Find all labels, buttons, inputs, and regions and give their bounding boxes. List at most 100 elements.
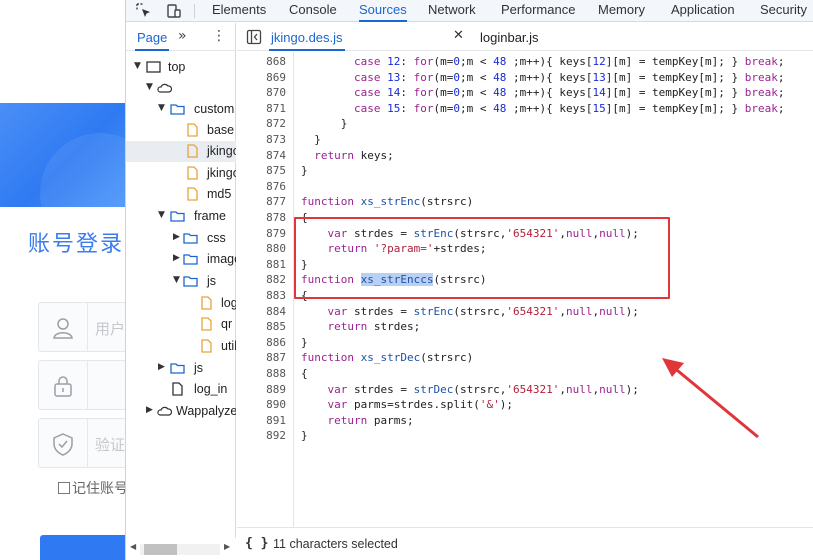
tab-page[interactable]: Page: [134, 30, 170, 51]
expand-arrow-icon[interactable]: ▼: [158, 103, 165, 113]
code-line[interactable]: case 15: for(m=0;m < 48 ;m++){ keys[15][…: [301, 102, 785, 115]
tree-item-domain[interactable]: ▼: [126, 78, 236, 99]
tree-item-file[interactable]: jkingo: [126, 163, 236, 184]
toggle-navigator-icon[interactable]: [246, 29, 262, 45]
checkbox-box[interactable]: [58, 482, 70, 494]
line-number[interactable]: 886: [237, 336, 286, 349]
code-line[interactable]: case 12: for(m=0;m < 48 ;m++){ keys[12][…: [301, 55, 785, 68]
navigator-horizontal-scrollbar[interactable]: ◀ ▶: [126, 538, 236, 560]
collapse-arrow-icon[interactable]: ▶: [173, 232, 180, 242]
tree-item-js[interactable]: ▶ js: [126, 358, 236, 379]
code-line[interactable]: case 14: for(m=0;m < 48 ;m++){ keys[14][…: [301, 86, 785, 99]
code-line[interactable]: return keys;: [301, 149, 394, 162]
tree-item-css[interactable]: ▶ css: [126, 228, 236, 249]
line-number[interactable]: 874: [237, 149, 286, 162]
tree-item-file-selected[interactable]: jkingo: [126, 141, 236, 162]
line-number[interactable]: 892: [237, 429, 286, 442]
expand-arrow-icon[interactable]: ▼: [158, 210, 165, 220]
tree-item-file[interactable]: login: [126, 293, 236, 314]
line-number[interactable]: 880: [237, 242, 286, 255]
scrollbar-thumb[interactable]: [144, 544, 177, 555]
code-line[interactable]: }: [301, 117, 348, 130]
collapse-arrow-icon[interactable]: ▶: [146, 405, 153, 415]
line-number[interactable]: 875: [237, 164, 286, 177]
device-toolbar-icon[interactable]: [166, 3, 182, 19]
line-number[interactable]: 878: [237, 211, 286, 224]
tree-item-wappalyzer[interactable]: ▶ Wappalyzer: [126, 401, 236, 422]
code-line[interactable]: }: [301, 429, 308, 442]
scroll-right-icon[interactable]: ▶: [224, 542, 230, 551]
code-line[interactable]: }: [301, 133, 321, 146]
inspect-element-icon[interactable]: [136, 3, 152, 19]
line-number[interactable]: 870: [237, 86, 286, 99]
remember-checkbox[interactable]: 记住账号: [58, 478, 125, 498]
line-number[interactable]: 888: [237, 367, 286, 380]
tab-security[interactable]: Security: [760, 0, 807, 22]
tab-memory[interactable]: Memory: [598, 0, 645, 22]
line-number[interactable]: 872: [237, 117, 286, 130]
more-tabs-icon[interactable]: »: [178, 28, 187, 44]
line-number[interactable]: 890: [237, 398, 286, 411]
tab-console[interactable]: Console: [289, 0, 337, 22]
line-number[interactable]: 884: [237, 305, 286, 318]
line-number[interactable]: 883: [237, 289, 286, 302]
line-number[interactable]: 871: [237, 102, 286, 115]
line-number[interactable]: 885: [237, 320, 286, 333]
editor-tab-loginbar-js[interactable]: loginbar.js: [480, 30, 539, 45]
expand-arrow-icon[interactable]: ▼: [146, 82, 153, 92]
tab-performance[interactable]: Performance: [501, 0, 575, 22]
code-line[interactable]: return parms;: [301, 414, 414, 427]
line-number[interactable]: 873: [237, 133, 286, 146]
expand-arrow-icon[interactable]: ▼: [134, 61, 141, 71]
code-line[interactable]: case 13: for(m=0;m < 48 ;m++){ keys[13][…: [301, 71, 785, 84]
code-line[interactable]: function xs_strDec(strsrc): [301, 351, 473, 364]
navigator-menu-icon[interactable]: ⋮: [212, 28, 226, 44]
tree-item-file[interactable]: md5: [126, 184, 236, 205]
login-button[interactable]: [40, 535, 125, 560]
line-number-gutter: 868 869 870 871 872 873 874 875 876 877 878 879 880 8…: [237, 52, 294, 527]
password-field[interactable]: [38, 360, 125, 410]
code-line[interactable]: var strdes = strDec(strsrc,'654321',null…: [301, 383, 639, 396]
tree-item-frame[interactable]: ▼ frame: [126, 206, 236, 227]
captcha-field[interactable]: 验证: [38, 418, 125, 468]
code-line[interactable]: function xs_strEnc(strsrc): [301, 195, 473, 208]
tree-item-file[interactable]: log_in: [126, 379, 236, 400]
tree-item-custom[interactable]: ▼ custom: [126, 99, 236, 120]
username-field[interactable]: 用户: [38, 302, 125, 352]
tab-sources[interactable]: Sources: [359, 0, 407, 22]
line-number[interactable]: 877: [237, 195, 286, 208]
line-number[interactable]: 881: [237, 258, 286, 271]
code-line[interactable]: {: [301, 367, 308, 380]
code-line[interactable]: return strdes;: [301, 320, 421, 333]
code-line[interactable]: var strdes = strEnc(strsrc,'654321',null…: [301, 305, 639, 318]
tab-application[interactable]: Application: [671, 0, 735, 22]
line-number[interactable]: 887: [237, 351, 286, 364]
code-line[interactable]: }: [301, 336, 308, 349]
line-number[interactable]: 868: [237, 55, 286, 68]
line-number[interactable]: 876: [237, 180, 286, 193]
tree-item-js[interactable]: ▼ js: [126, 271, 236, 292]
close-tab-icon[interactable]: ✕: [453, 28, 464, 43]
tree-item-file[interactable]: util: [126, 336, 236, 357]
tab-network[interactable]: Network: [428, 0, 476, 22]
code-line[interactable]: }: [301, 164, 308, 177]
collapse-arrow-icon[interactable]: ▶: [158, 362, 165, 372]
tree-item-file[interactable]: qr: [126, 314, 236, 335]
line-number[interactable]: 889: [237, 383, 286, 396]
expand-arrow-icon[interactable]: ▼: [173, 275, 180, 285]
line-number[interactable]: 869: [237, 71, 286, 84]
folder-icon: [170, 104, 185, 115]
line-number[interactable]: 882: [237, 273, 286, 286]
editor-tab-jkingo-des-js[interactable]: jkingo.des.js: [269, 30, 345, 51]
line-number[interactable]: 879: [237, 227, 286, 240]
tree-item-file[interactable]: base: [126, 120, 236, 141]
tab-elements[interactable]: Elements: [212, 0, 266, 22]
collapse-arrow-icon[interactable]: ▶: [173, 253, 180, 263]
pretty-print-button[interactable]: { }: [245, 536, 268, 551]
line-number[interactable]: 891: [237, 414, 286, 427]
tree-item-label: images: [207, 252, 236, 266]
code-line[interactable]: var parms=strdes.split('&');: [301, 398, 513, 411]
scroll-left-icon[interactable]: ◀: [130, 542, 136, 551]
tree-item-images[interactable]: ▶ images: [126, 249, 236, 270]
tree-item-top[interactable]: ▼ top: [126, 57, 236, 78]
